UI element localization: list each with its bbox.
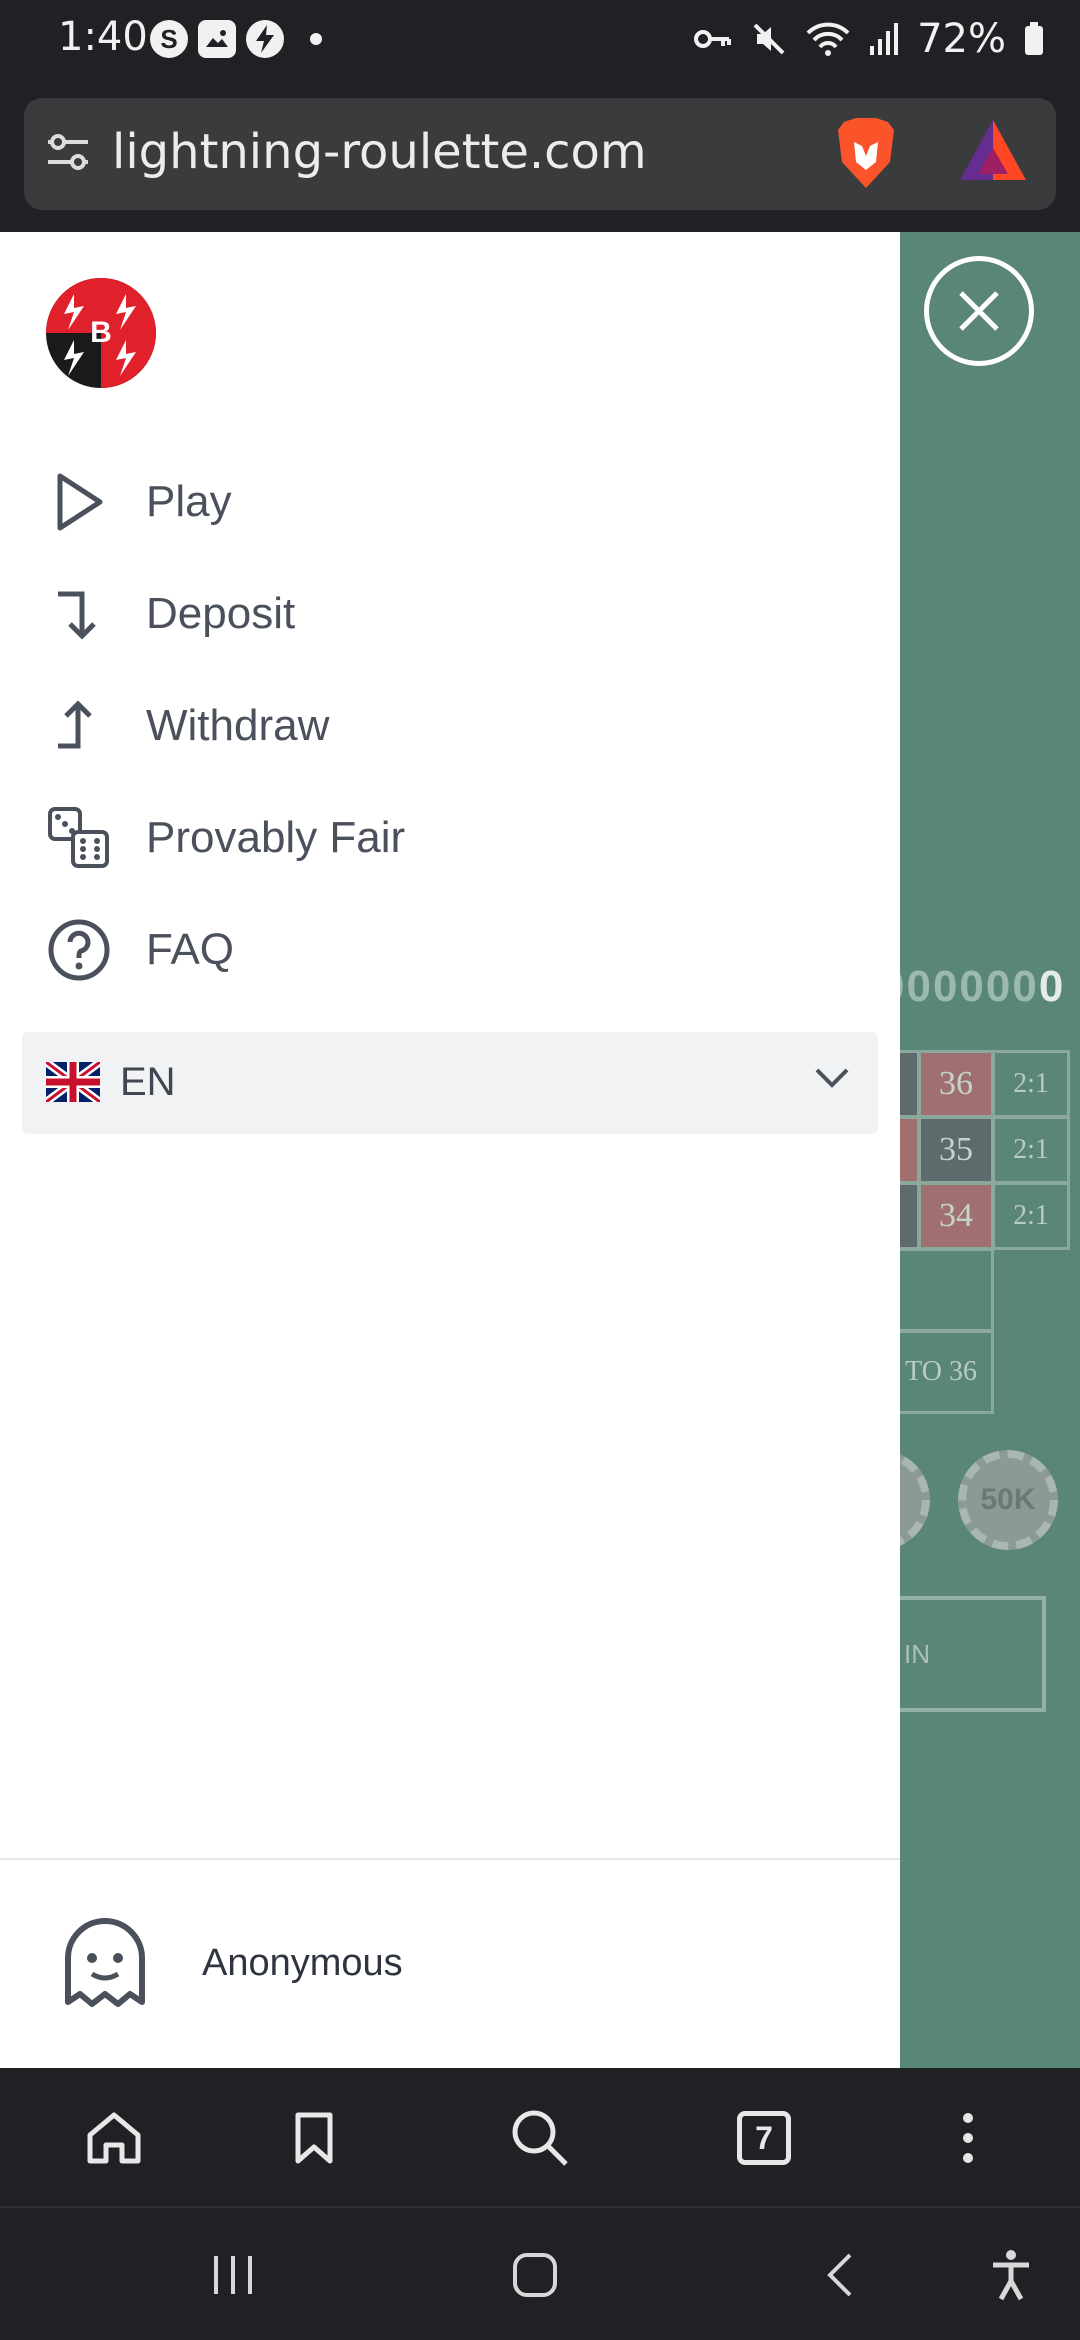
close-icon [959, 291, 999, 331]
back-icon [827, 2253, 852, 2297]
menu-item-play[interactable]: Play [0, 454, 900, 550]
battery-icon [1024, 22, 1044, 56]
menu-item-provably-fair[interactable]: Provably Fair [0, 790, 900, 886]
system-nav-bar [0, 2206, 1080, 2340]
browser-toolbar: 7 [0, 2068, 1080, 2206]
user-name[interactable]: Anonymous [202, 1942, 403, 1985]
language-selector[interactable]: EN [22, 1032, 878, 1134]
number-35: 35 [918, 1116, 994, 1184]
bolt-icon [246, 20, 284, 58]
balance-last-digit: 0 [1038, 962, 1066, 1011]
column-bet-1: 2:1 [992, 1050, 1070, 1118]
site-logo[interactable]: B [44, 276, 158, 390]
system-icons: 72% [693, 16, 1044, 62]
recents-icon [214, 2256, 252, 2294]
chip-50k: 50K [958, 1450, 1058, 1550]
drawer-divider [0, 1858, 900, 1860]
menu-label: Play [146, 477, 232, 526]
menu-item-faq[interactable]: FAQ [0, 902, 900, 998]
column-bet-3: 2:1 [992, 1182, 1070, 1250]
accessibility-icon [993, 2250, 1029, 2301]
side-drawer: B Play Deposit Withdraw Provably Fair FA… [0, 232, 900, 2068]
more-notifications-dot [310, 33, 322, 45]
brave-shields-icon[interactable] [834, 116, 898, 195]
search-icon [512, 2110, 568, 2166]
more-button[interactable] [930, 2100, 1006, 2176]
bookmark-button[interactable] [276, 2100, 352, 2176]
uk-flag-icon [43, 1058, 103, 1106]
accessibility-button[interactable] [976, 2242, 1046, 2308]
home-nav-icon [513, 2253, 557, 2297]
notification-icons: S [150, 20, 322, 58]
address-bar[interactable]: lightning-roulette.com [24, 98, 1056, 210]
play-icon [46, 469, 112, 535]
close-menu-button[interactable] [924, 256, 1034, 366]
tabs-count: 7 [737, 2111, 791, 2165]
question-icon [46, 917, 112, 983]
back-button[interactable] [804, 2242, 874, 2308]
url-text[interactable]: lightning-roulette.com [112, 124, 647, 180]
menu-label: Provably Fair [146, 813, 406, 862]
column-bet-2: 2:1 [992, 1116, 1070, 1184]
more-icon [963, 2113, 973, 2163]
s-circle-icon: S [150, 20, 188, 58]
wifi-icon [805, 21, 851, 57]
deposit-arrow-icon [46, 581, 112, 647]
ghost-icon [60, 1912, 150, 2012]
balance-digits: 000000 [880, 962, 1039, 1011]
bookmark-icon [295, 2112, 333, 2164]
gallery-icon [198, 20, 236, 58]
search-button[interactable] [502, 2100, 578, 2176]
balance-display: 0000000 [880, 962, 1065, 1012]
tabs-button[interactable]: 7 [726, 2100, 802, 2176]
menu-item-deposit[interactable]: Deposit [0, 566, 900, 662]
home-button[interactable] [76, 2100, 152, 2176]
dice-icon [46, 805, 112, 871]
status-bar: 1:40 S 72% [0, 0, 1080, 84]
number-34: 34 [918, 1182, 994, 1250]
menu-label: Withdraw [146, 701, 330, 750]
browser-address-area: lightning-roulette.com [0, 84, 1080, 232]
language-label: EN [120, 1060, 176, 1104]
withdraw-arrow-icon [46, 693, 112, 759]
menu-item-withdraw[interactable]: Withdraw [0, 678, 900, 774]
recents-button[interactable] [198, 2242, 268, 2308]
home-icon [87, 2112, 141, 2164]
svg-text:B: B [90, 316, 112, 349]
status-time: 1:40 [58, 14, 148, 60]
number-36: 36 [918, 1050, 994, 1118]
home-nav-button[interactable] [500, 2242, 570, 2308]
signal-icon [869, 22, 899, 56]
brave-rewards-icon[interactable] [958, 118, 1028, 187]
chevron-down-icon [814, 1066, 850, 1095]
battery-percent: 72% [917, 16, 1006, 62]
menu-label: Deposit [146, 589, 296, 638]
menu-label: FAQ [146, 925, 235, 974]
site-settings-icon[interactable] [46, 132, 90, 177]
vpn-key-icon [693, 24, 733, 54]
mute-icon [751, 21, 787, 57]
